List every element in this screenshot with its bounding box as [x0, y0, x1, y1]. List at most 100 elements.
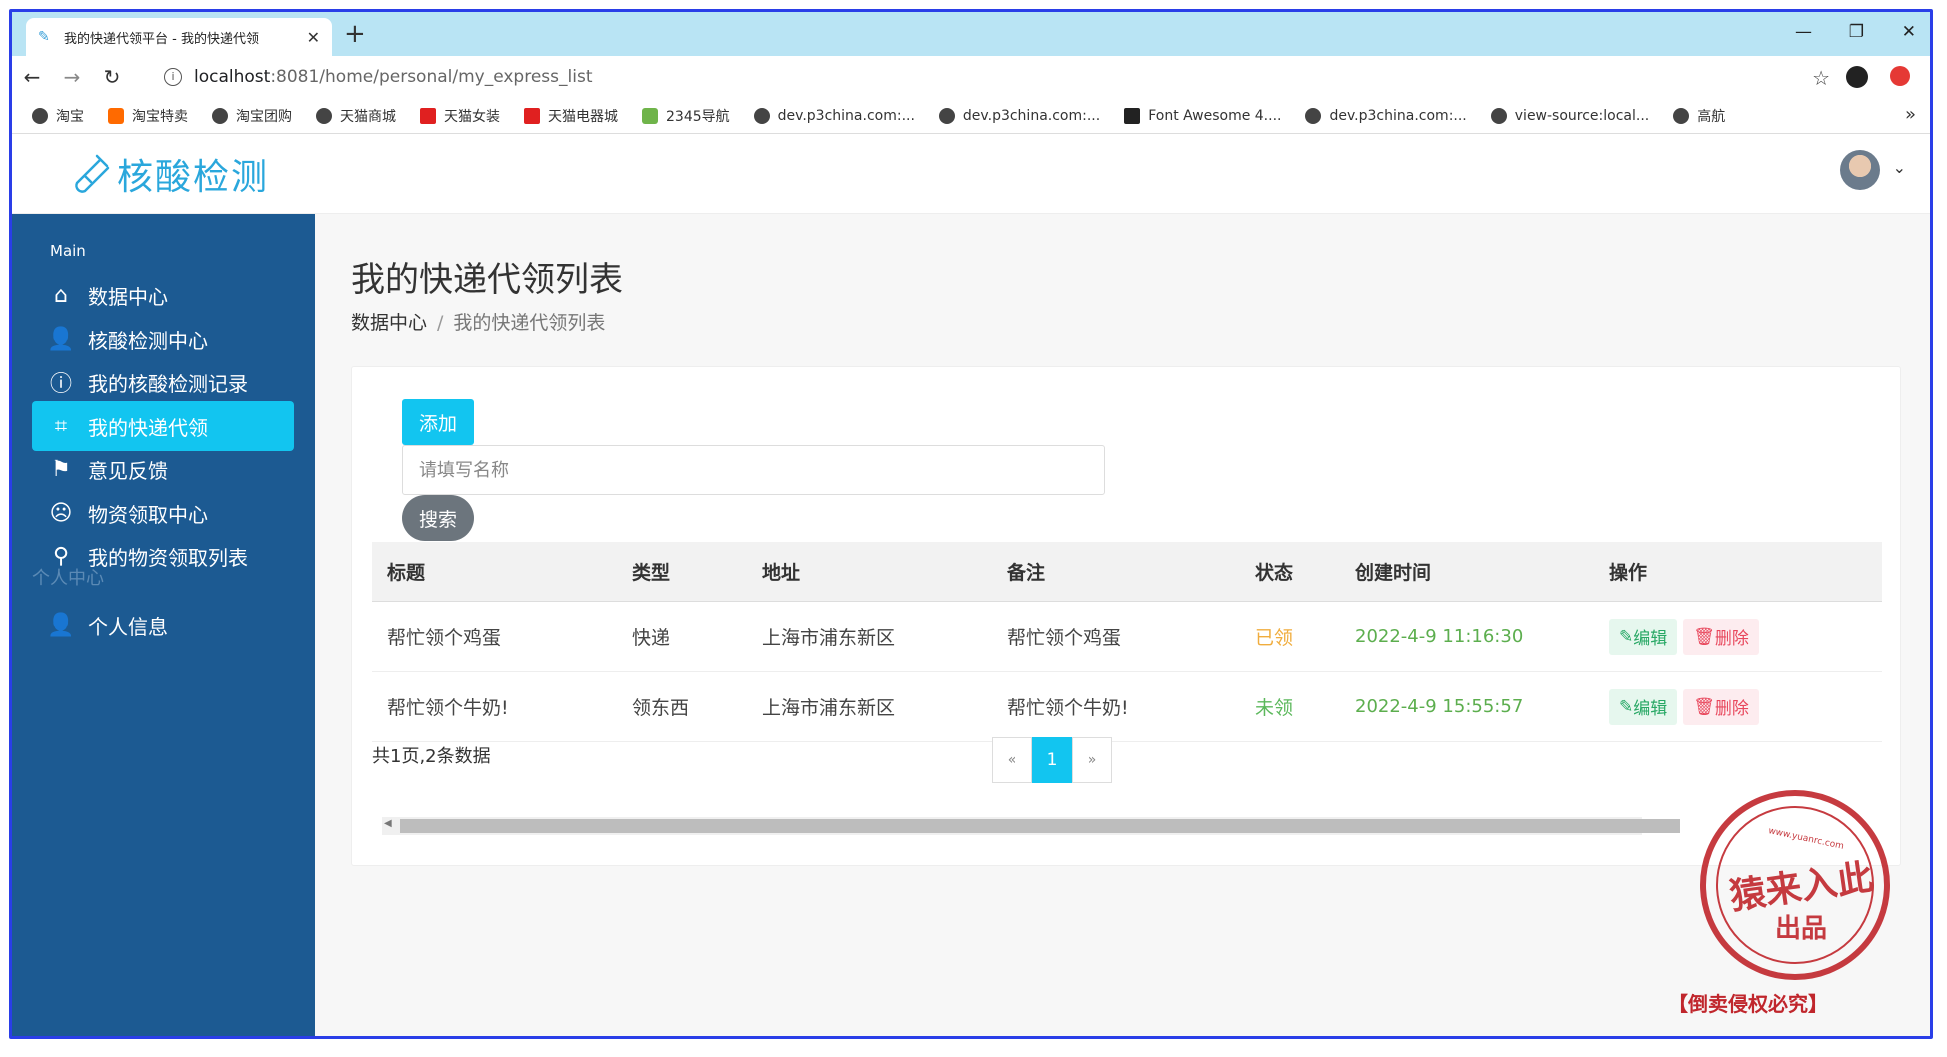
restore-icon[interactable]: ❐ [1849, 22, 1864, 42]
window-close-icon[interactable]: ✕ [1902, 22, 1916, 42]
cell-note: 帮忙领个鸡蛋 [1007, 627, 1122, 649]
sidebar-group-main: Main [50, 242, 86, 260]
logo[interactable]: 核酸检测 [67, 148, 269, 200]
breadcrumb-current: 我的快递代领列表 [453, 312, 606, 334]
next-page-button[interactable]: » [1072, 737, 1112, 783]
pagination: « 1 » [992, 737, 1112, 783]
flag-icon: ⚑ [51, 456, 71, 482]
scroll-left-icon[interactable]: ◀ [384, 818, 392, 829]
bookmark[interactable]: dev.p3china.com:... [1305, 107, 1467, 124]
bookmark[interactable]: 淘宝特卖 [108, 106, 188, 126]
sidebar-item-label: 我的核酸检测记录 [88, 371, 248, 396]
header-created: 创建时间 [1355, 562, 1432, 584]
user-plus-icon: 👤 [47, 612, 75, 638]
add-button[interactable]: 添加 [402, 399, 474, 445]
minimize-icon[interactable]: — [1795, 22, 1812, 42]
page-button[interactable]: 1 [1032, 737, 1072, 783]
avatar[interactable] [1840, 150, 1880, 190]
sidebar-item-label: 意见反馈 [88, 458, 168, 483]
status-badge: 已领 [1255, 627, 1294, 649]
sidebar-item-label: 核酸检测中心 [88, 328, 208, 353]
vector-square-icon: ⌗ [54, 413, 68, 439]
bookmark[interactable]: 天猫女装 [420, 106, 500, 126]
bookmark[interactable]: 2345导航 [642, 106, 730, 126]
delete-label: 删除 [1714, 629, 1749, 649]
stamp-caption: 【倒卖侵权必究】 [1668, 992, 1828, 1016]
sidebar-item-data-center[interactable]: ⌂ 数据中心 [32, 270, 294, 320]
header-note: 备注 [1007, 562, 1046, 584]
prev-page-button[interactable]: « [992, 737, 1032, 783]
breadcrumb-root[interactable]: 数据中心 [351, 312, 427, 334]
delete-label: 删除 [1714, 699, 1749, 719]
star-icon[interactable]: ☆ [1812, 66, 1830, 90]
header-actions: 操作 [1609, 562, 1648, 584]
bookmark[interactable]: 高航 [1673, 106, 1725, 126]
tab-title: 我的快递代领平台 - 我的快递代领 [64, 31, 259, 47]
delete-button[interactable]: 🗑 删除 [1683, 688, 1759, 725]
sidebar-item-my-test-records[interactable]: ⓘ 我的核酸检测记录 [32, 357, 294, 407]
search-input[interactable] [402, 445, 1105, 495]
tab-strip: ✎ 我的快递代领平台 - 我的快递代领 ✕ + — ❐ ✕ [12, 12, 1930, 56]
sidebar-item-label: 我的快递代领 [88, 415, 208, 440]
delete-button[interactable]: 🗑 删除 [1683, 618, 1759, 655]
cell-title: 帮忙领个牛奶! [387, 697, 509, 719]
bookmark[interactable]: 天猫电器城 [524, 106, 618, 126]
main-content: 我的快递代领列表 数据中心 / 我的快递代领列表 添加 搜索 标题 类型 地址 备注… [315, 214, 1930, 1036]
sidebar-item-profile[interactable]: 👤 个人信息 [32, 600, 294, 650]
back-icon[interactable]: ← [12, 65, 52, 89]
scrollbar-thumb[interactable] [400, 819, 1680, 833]
browser-window: ✎ 我的快递代领平台 - 我的快递代领 ✕ + — ❐ ✕ ← → ↻ i lo… [9, 9, 1933, 1039]
sidebar-item-label: 个人信息 [88, 614, 168, 639]
bookmark[interactable]: dev.p3china.com:... [753, 107, 915, 124]
edit-button[interactable]: ✎ 编辑 [1609, 688, 1678, 725]
info-icon[interactable]: i [164, 68, 182, 86]
search-button[interactable]: 搜索 [402, 495, 474, 541]
reload-icon[interactable]: ↻ [92, 65, 132, 89]
stamp-subtitle: 出品 [1774, 914, 1827, 944]
bookmark[interactable]: 淘宝 [32, 106, 84, 126]
extension-icon[interactable] [1890, 66, 1910, 86]
app: 核酸检测 ⌄ Main ⌂ 数据中心 👤 核酸检测中心 ⓘ 我的核酸检测记录 ⌗… [12, 134, 1930, 1036]
header-status: 状态 [1255, 562, 1294, 584]
pencil-icon: ✎ [1619, 696, 1634, 717]
bookmark-label: 天猫商城 [340, 108, 396, 125]
bookmark[interactable]: Font Awesome 4.... [1124, 107, 1282, 124]
edit-button[interactable]: ✎ 编辑 [1609, 618, 1678, 655]
page-title: 我的快递代领列表 [351, 260, 623, 300]
url-input[interactable]: i localhost:8081/home/personal/my_expres… [152, 62, 1812, 92]
bookmark-label: dev.p3china.com:... [777, 107, 915, 124]
pagination-summary: 共1页,2条数据 [372, 746, 491, 767]
horizontal-scrollbar[interactable]: ◀ [382, 817, 1680, 835]
bookmark-label: 淘宝 [56, 108, 84, 125]
bookmark[interactable]: 天猫商城 [316, 106, 396, 126]
forward-icon[interactable]: → [52, 65, 92, 89]
trash-icon: 🗑 [1693, 696, 1715, 717]
new-tab-icon[interactable]: + [344, 20, 366, 48]
profile-icon[interactable] [1846, 66, 1868, 88]
bookmark[interactable]: view-source:local... [1490, 107, 1649, 124]
pencil-icon: ✎ [38, 29, 50, 45]
sidebar-item-feedback[interactable]: ⚑ 意见反馈 [32, 444, 294, 494]
bookmarks-more-icon[interactable]: » [1905, 104, 1916, 125]
trash-icon: 🗑 [1693, 626, 1715, 647]
cell-address: 上海市浦东新区 [762, 697, 896, 719]
table-header: 标题 类型 地址 备注 状态 创建时间 操作 [372, 542, 1882, 602]
chevron-down-icon[interactable]: ⌄ [1893, 158, 1906, 177]
globe-icon [1490, 107, 1507, 124]
test-tube-icon [75, 154, 110, 193]
alert-circle-icon: ⓘ [49, 372, 72, 397]
sidebar: Main ⌂ 数据中心 👤 核酸检测中心 ⓘ 我的核酸检测记录 ⌗ 我的快递代领… [12, 214, 315, 1036]
pencil-icon: ✎ [1619, 626, 1634, 647]
bookmark[interactable]: 淘宝团购 [212, 106, 292, 126]
bookmarks-bar: 淘宝 淘宝特卖 淘宝团购 天猫商城 天猫女装 天猫电器城 2345导航 dev.… [12, 98, 1930, 134]
cell-type: 领东西 [632, 697, 690, 719]
bookmark-label: Font Awesome 4.... [1148, 107, 1282, 124]
list-card: 添加 搜索 标题 类型 地址 备注 状态 创建时间 操作 帮忙领个鸡蛋 [351, 366, 1901, 866]
cell-actions: ✎ 编辑 🗑 删除 [1594, 618, 1882, 655]
bookmark-label: 淘宝特卖 [132, 108, 188, 125]
home-icon: ⌂ [54, 282, 68, 308]
browser-tab[interactable]: ✎ 我的快递代领平台 - 我的快递代领 ✕ [26, 18, 332, 56]
close-icon[interactable]: ✕ [307, 28, 320, 47]
header-address: 地址 [762, 562, 801, 584]
bookmark[interactable]: dev.p3china.com:... [938, 107, 1100, 124]
